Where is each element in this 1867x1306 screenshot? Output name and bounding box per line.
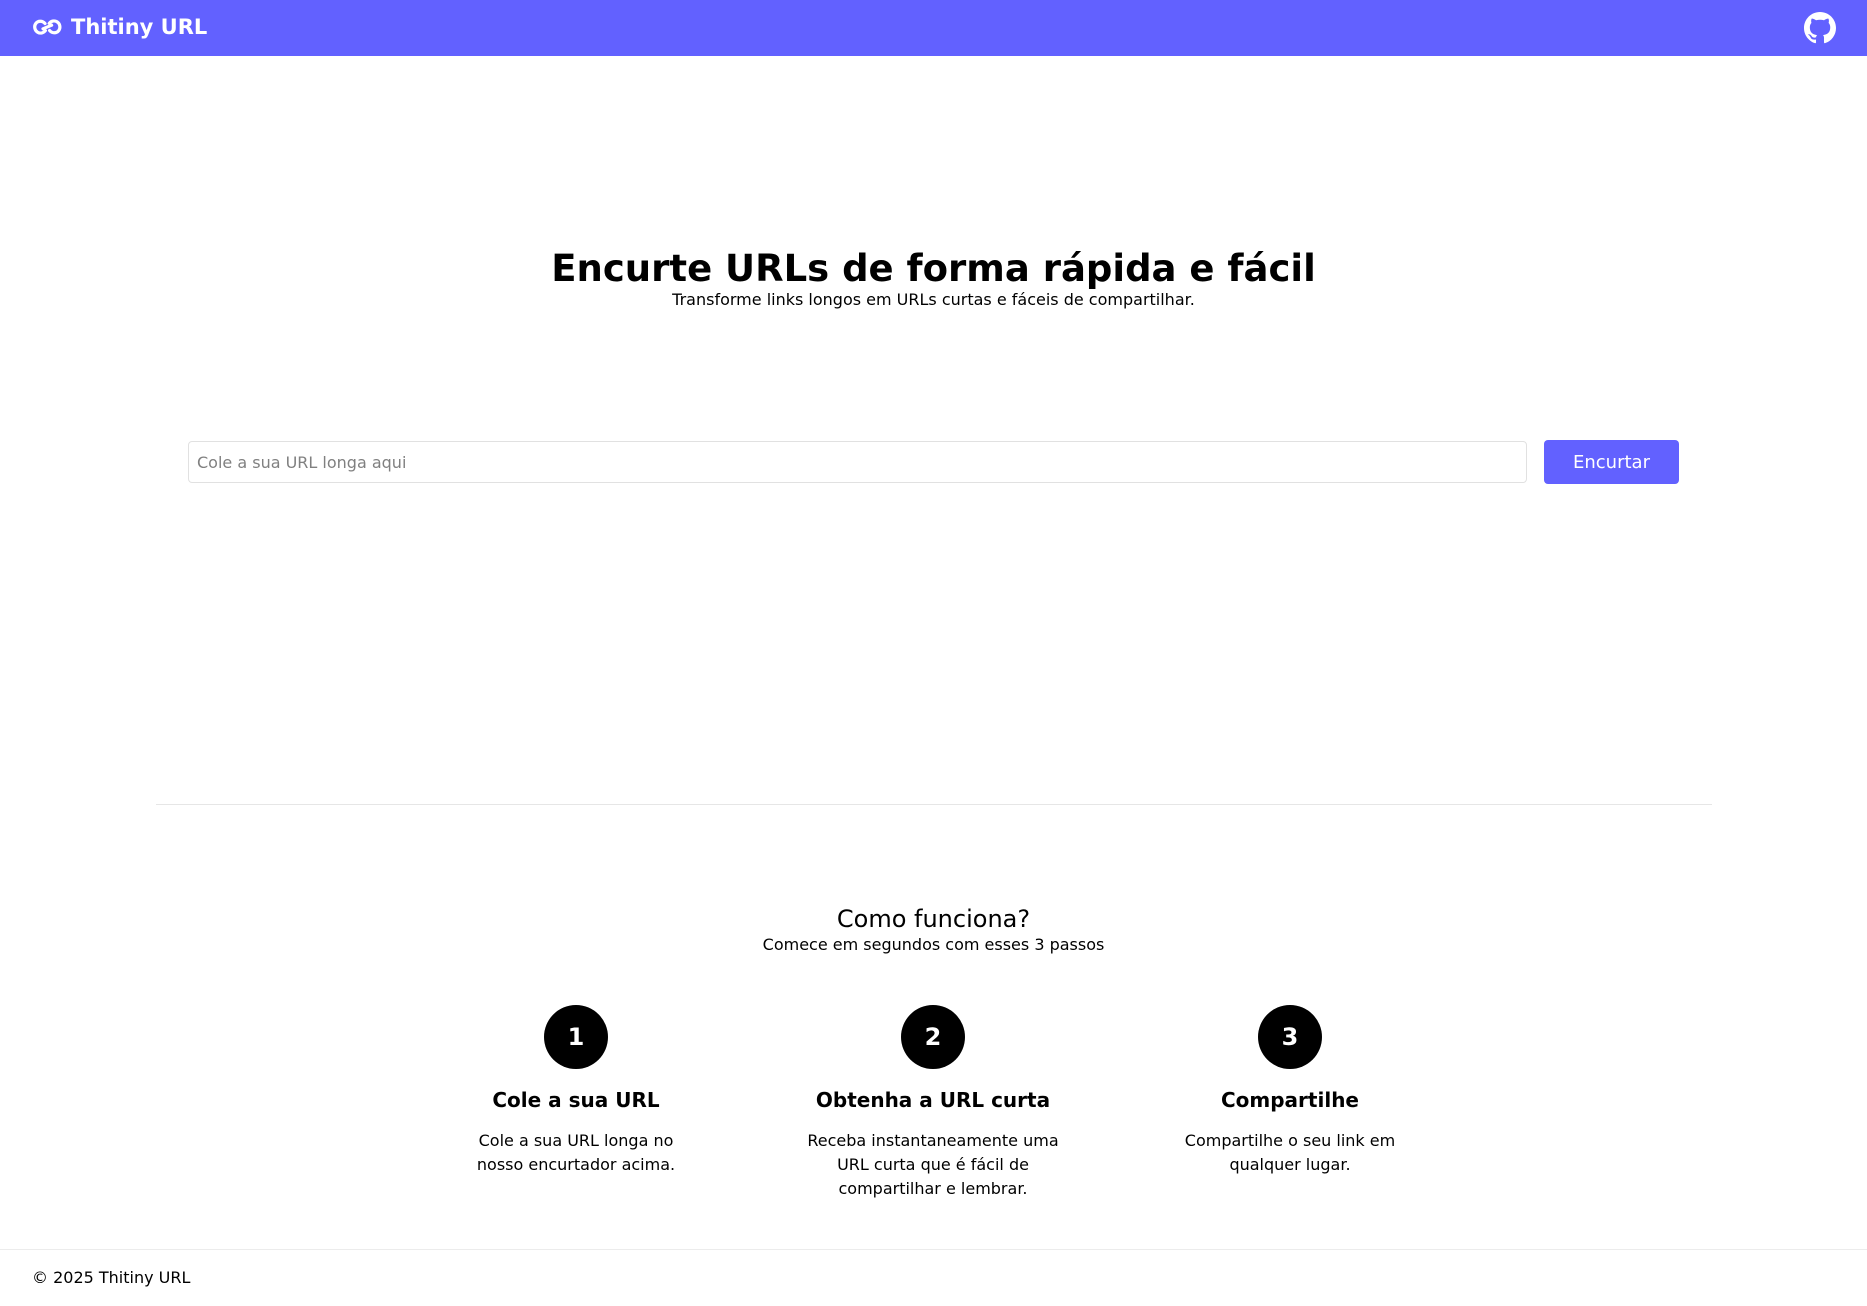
step-description: Compartilhe o seu link em qualquer lugar… <box>1184 1131 1396 1174</box>
step-get-short-url: 2 Obtenha a URL curta Receba instantanea… <box>788 1005 1078 1201</box>
footer-copyright: © 2025 Thitiny URL <box>32 1268 191 1287</box>
step-title: Obtenha a URL curta <box>815 1088 1051 1112</box>
section-divider <box>156 804 1712 805</box>
step-paste-url: 1 Cole a sua URL Cole a sua URL longa no… <box>431 1005 721 1177</box>
github-link[interactable] <box>1804 12 1836 44</box>
footer-divider <box>0 1249 1867 1250</box>
step-number-badge: 3 <box>1258 1005 1322 1069</box>
step-number-badge: 1 <box>544 1005 608 1069</box>
how-it-works-title: Como funciona? <box>836 905 1031 933</box>
link-icon <box>32 14 63 40</box>
step-title: Cole a sua URL <box>492 1088 660 1112</box>
brand-link[interactable]: Thitiny URL <box>32 14 207 40</box>
top-navbar: Thitiny URL <box>0 0 1867 56</box>
step-description: Receba instantaneamente uma URL curta qu… <box>807 1131 1059 1198</box>
github-icon <box>1804 12 1836 44</box>
shorten-button[interactable]: Encurtar <box>1544 440 1679 484</box>
step-description: Cole a sua URL longa no nosso encurtador… <box>476 1131 676 1174</box>
hero-subtitle: Transforme links longos em URLs curtas e… <box>672 290 1195 309</box>
how-it-works-subtitle: Comece em segundos com esses 3 passos <box>762 935 1105 954</box>
brand-label: Thitiny URL <box>71 15 208 39</box>
step-number-badge: 2 <box>901 1005 965 1069</box>
step-share: 3 Compartilhe Compartilhe o seu link em … <box>1145 1005 1435 1177</box>
hero-title: Encurte URLs de forma rápida e fácil <box>551 247 1316 290</box>
step-title: Compartilhe <box>1220 1088 1359 1112</box>
long-url-input[interactable] <box>188 441 1527 483</box>
